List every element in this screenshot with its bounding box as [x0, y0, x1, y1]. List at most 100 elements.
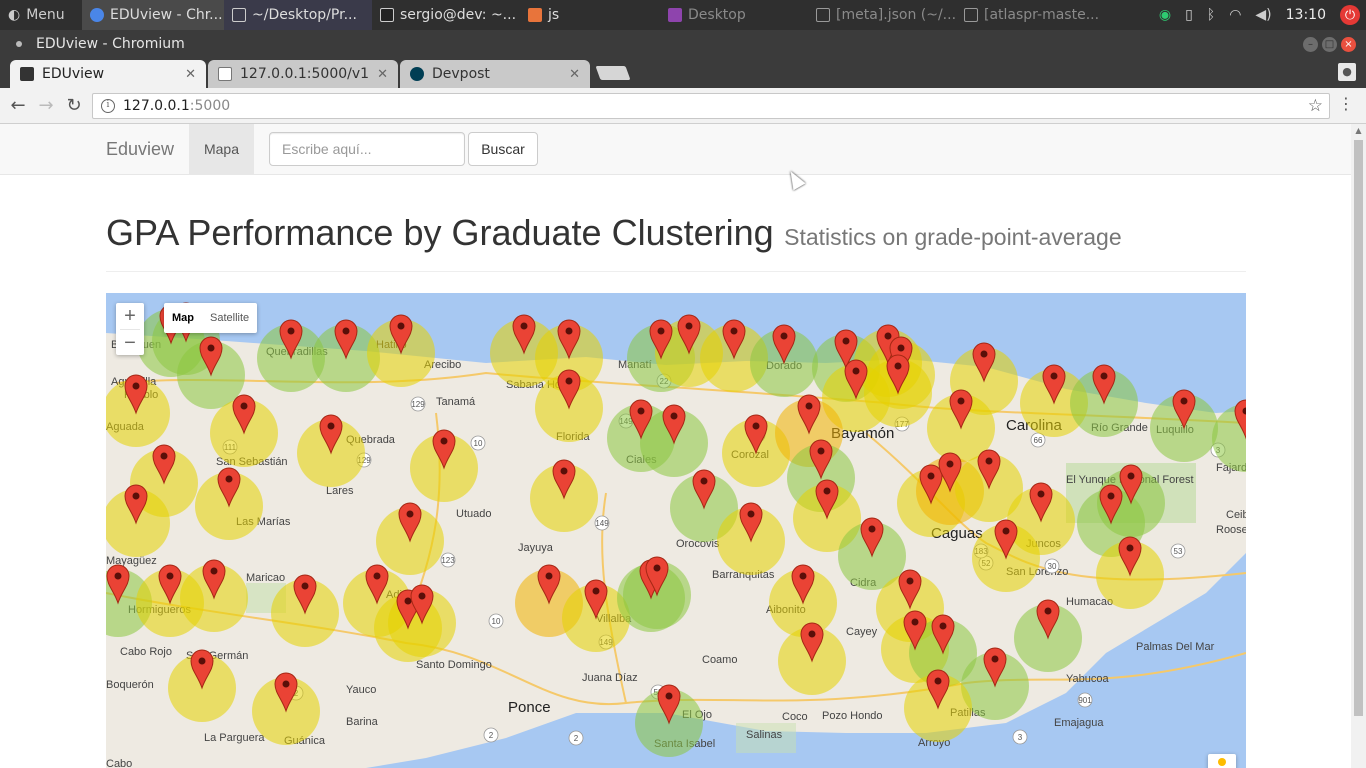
bookmark-star-icon[interactable]: ☆ — [1308, 96, 1323, 116]
url-port: :5000 — [189, 98, 231, 114]
zoom-in-button[interactable]: + — [116, 303, 144, 329]
taskbar-item-label: EDUview - Chr... — [110, 7, 223, 23]
svg-text:901: 901 — [1078, 696, 1092, 705]
town-label: Santo Domingo — [416, 659, 492, 671]
minimize-icon[interactable]: – — [1303, 36, 1318, 52]
close-icon[interactable]: ✕ — [377, 67, 388, 82]
svg-text:3: 3 — [1018, 733, 1023, 742]
svg-text:53: 53 — [1174, 547, 1183, 556]
town-label: Coco — [782, 711, 808, 723]
map-canvas[interactable]: AreciboQuebradillasHatilloSabana HoyosMa… — [106, 293, 1246, 768]
taskbar-item-label: js — [548, 7, 560, 23]
road-shield: 123 — [440, 552, 456, 568]
profile-icon[interactable]: ● — [1338, 63, 1356, 81]
taskbar-item-desktop[interactable]: Desktop — [660, 0, 808, 30]
town-label: Yauco — [346, 684, 376, 696]
chrome-icon — [90, 8, 104, 22]
town-label: Palmas Del Mar — [1136, 641, 1215, 653]
tab-api[interactable]: 127.0.0.1:5000/v1/m ✕ — [208, 60, 398, 88]
town-label: Boquerón — [106, 679, 154, 691]
system-tray: ◉ ▯ ᛒ ◠ ◀) 13:10 ⏻ — [1159, 5, 1366, 25]
sync-icon[interactable]: ◉ — [1159, 7, 1171, 23]
town-label: Tanamá — [436, 396, 476, 408]
wifi-icon[interactable]: ◠ — [1229, 7, 1241, 23]
tab-eduview[interactable]: EDUview ✕ — [10, 60, 206, 88]
town-label: Ceiba — [1226, 509, 1246, 521]
reload-icon[interactable]: ↻ — [60, 95, 88, 116]
scroll-up-icon[interactable]: ▲ — [1354, 126, 1363, 135]
page-header: GPA Performance by Graduate Clustering S… — [106, 212, 1246, 272]
map-type-map-button[interactable]: Map — [164, 303, 202, 333]
map-svg[interactable]: AreciboQuebradillasHatilloSabana HoyosMa… — [106, 293, 1246, 768]
road-shield: 149 — [594, 515, 610, 531]
svg-text:2: 2 — [574, 734, 579, 743]
svg-text:10: 10 — [474, 439, 483, 448]
browser-toolbar: ← → ↻ i 127.0.0.1 :5000 ☆ ⋮ — [0, 88, 1366, 124]
scroll-thumb[interactable] — [1354, 140, 1363, 716]
tab-title: Devpost — [432, 66, 490, 82]
maximize-icon[interactable]: □ — [1322, 36, 1337, 52]
pegman-icon[interactable] — [1208, 754, 1236, 768]
file-icon — [816, 8, 830, 22]
tab-devpost[interactable]: Devpost ✕ — [400, 60, 590, 88]
os-menu-button[interactable]: ◐ Menu — [0, 7, 82, 23]
svg-text:10: 10 — [492, 617, 501, 626]
volume-icon[interactable]: ◀) — [1255, 7, 1271, 23]
os-menu-label: Menu — [26, 7, 65, 23]
bluetooth-icon[interactable]: ᛒ — [1207, 7, 1215, 23]
power-icon[interactable]: ⏻ — [1340, 5, 1360, 25]
window-title: EDUview - Chromium — [36, 36, 185, 52]
road-shield: 129 — [410, 396, 426, 412]
page-viewport: Eduview Mapa Buscar GPA Performance by G… — [0, 124, 1366, 768]
forward-icon[interactable]: → — [32, 95, 60, 116]
info-icon[interactable]: i — [101, 99, 115, 113]
terminal-favicon — [20, 67, 34, 81]
zoom-out-button[interactable]: − — [116, 330, 144, 356]
back-icon[interactable]: ← — [4, 95, 32, 116]
town-label: La Parguera — [204, 732, 265, 744]
svg-text:30: 30 — [1048, 562, 1057, 571]
new-tab-button[interactable] — [595, 66, 631, 80]
nav-link-mapa[interactable]: Mapa — [189, 124, 254, 174]
taskbar-item-chromium[interactable]: EDUview - Chr... — [82, 0, 224, 30]
brand-link[interactable]: Eduview — [106, 139, 174, 160]
taskbar-item-files[interactable]: [atlaspr-maste... — [956, 0, 1104, 30]
close-icon[interactable]: ✕ — [569, 67, 580, 82]
battery-icon[interactable]: ▯ — [1185, 7, 1193, 23]
window-controls: – □ × — [1303, 36, 1366, 52]
folder-icon — [528, 8, 542, 22]
taskbar-item-label: sergio@dev: ~... — [400, 7, 517, 23]
files-icon — [964, 8, 978, 22]
svg-text:2: 2 — [489, 731, 494, 740]
town-label: Pozo Hondo — [822, 710, 883, 722]
tab-strip: EDUview ✕ 127.0.0.1:5000/v1/m ✕ Devpost … — [0, 58, 1366, 88]
window-menu-icon[interactable] — [16, 41, 22, 47]
svg-text:149: 149 — [595, 519, 609, 528]
taskbar-item-label: [meta].json (~/... — [836, 7, 956, 23]
town-label: Cabo Rojo — [120, 646, 172, 658]
road-shield: 3 — [1012, 729, 1028, 745]
tab-title: 127.0.0.1:5000/v1/m — [240, 66, 370, 82]
taskbar-item-label: Desktop — [688, 7, 746, 23]
town-label: Coamo — [702, 654, 737, 666]
close-window-icon[interactable]: × — [1341, 36, 1356, 52]
zoom-control: + − — [116, 303, 144, 355]
clock[interactable]: 13:10 — [1286, 7, 1326, 23]
taskbar-item-json[interactable]: [meta].json (~/... — [808, 0, 956, 30]
browser-menu-icon[interactable]: ⋮ — [1338, 96, 1354, 112]
search-button[interactable]: Buscar — [468, 132, 538, 166]
taskbar-item-editor[interactable]: ~/Desktop/Pr... — [224, 0, 372, 30]
page-scrollbar[interactable]: ▲ — [1351, 124, 1366, 768]
map-type-control: Map Satellite — [164, 303, 258, 333]
page-favicon — [218, 67, 232, 81]
road-shield: 2 — [483, 727, 499, 743]
close-icon[interactable]: ✕ — [185, 67, 196, 82]
taskbar-item-terminal[interactable]: sergio@dev: ~... — [372, 0, 520, 30]
taskbar-item-folder[interactable]: js — [520, 0, 660, 30]
address-bar[interactable]: i 127.0.0.1 :5000 ☆ — [92, 93, 1330, 119]
road-shield: 10 — [488, 613, 504, 629]
search-input[interactable] — [269, 132, 465, 166]
road-shield: 30 — [1044, 558, 1060, 574]
app-navbar: Eduview Mapa Buscar — [0, 124, 1351, 175]
map-type-satellite-button[interactable]: Satellite — [202, 303, 257, 333]
